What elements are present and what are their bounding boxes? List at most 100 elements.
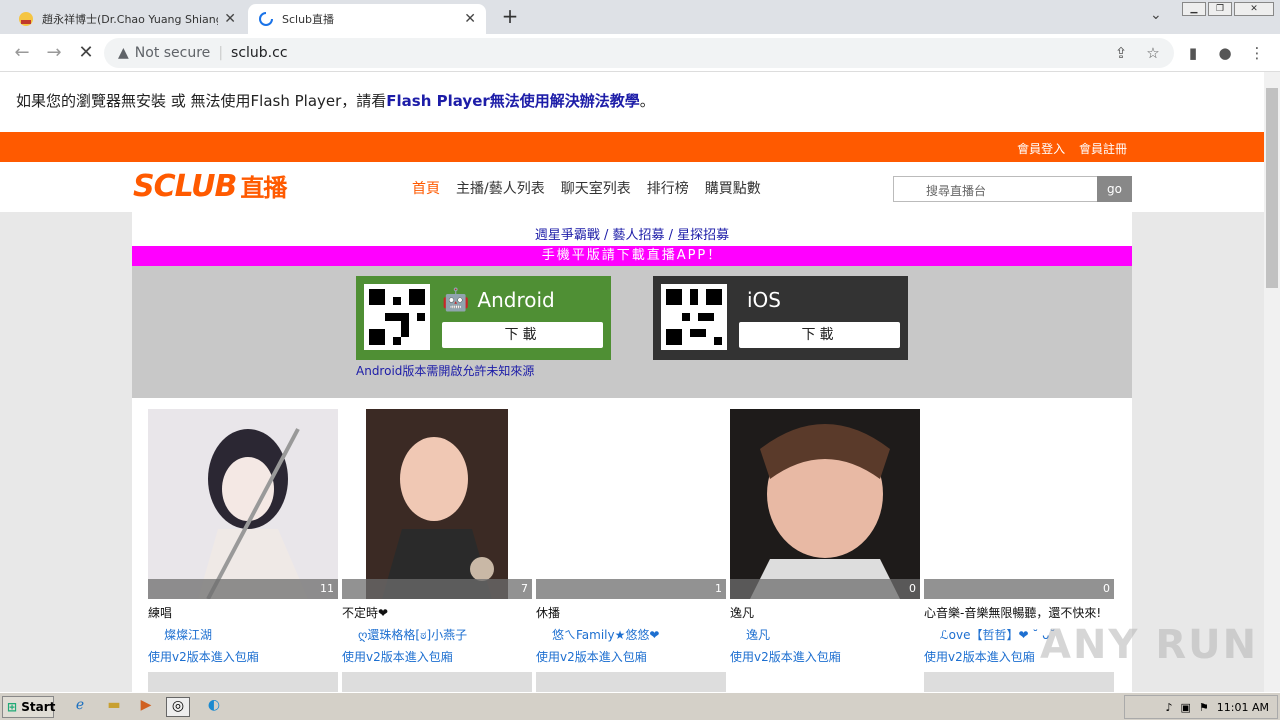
security-label: Not secure	[134, 45, 211, 61]
streamer-card-partial[interactable]	[342, 672, 532, 692]
tab-search-icon[interactable]: ⌄	[1150, 7, 1162, 23]
streamer-thumbnail[interactable]: 11	[148, 409, 338, 599]
windows-logo-icon: ⊞	[7, 700, 18, 714]
streamer-name-link[interactable]: 悠ㄟFamily★悠悠❤	[536, 626, 726, 643]
main-nav: 首頁 主播/藝人列表 聊天室列表 排行榜 購買點數	[412, 178, 761, 198]
tab-title: Sclub直播	[282, 13, 335, 26]
android-label: Android	[477, 288, 555, 312]
close-window-button[interactable]: ✕	[1234, 2, 1274, 16]
streamer-card-partial[interactable]	[924, 672, 1114, 692]
app-download-zone: 🤖 Android 下載 iOS 下載 Android版本需開啟允許未知來源	[132, 266, 1132, 398]
close-tab-icon[interactable]: ✕	[224, 11, 236, 27]
system-tray: ♪ ▣ ⚑ 11:01 AM	[1124, 695, 1278, 719]
site-header: SCLUB 直播 首頁 主播/藝人列表 聊天室列表 排行榜 購買點數 搜尋直播台 …	[0, 162, 1264, 212]
room-title: 逸凡	[730, 606, 755, 620]
register-link[interactable]: 會員註冊	[1079, 142, 1127, 156]
menu-kebab-icon[interactable]: ⋮	[1246, 42, 1268, 64]
tab-drchao[interactable]: 趙永祥博士(Dr.Chao Yuang Shiang) ✕	[8, 4, 246, 34]
flag-icon[interactable]: ⚑	[1199, 701, 1209, 714]
stop-loading-icon[interactable]: ✕	[74, 42, 98, 64]
clock[interactable]: 11:01 AM	[1217, 701, 1269, 714]
viewer-count: 11	[148, 579, 338, 599]
enter-v2-link[interactable]: 使用v2版本進入包廂	[536, 648, 726, 665]
room-title: 休播	[536, 606, 561, 620]
site-favicon-icon	[19, 12, 33, 26]
browser-toolbar: ← → ✕ ▲ Not secure | sclub.cc ⇪ ☆ ▮ ● ⋮	[0, 34, 1280, 72]
tab-title: 趙永祥博士(Dr.Chao Yuang Shiang)	[42, 13, 219, 26]
site-logo[interactable]: SCLUB 直播	[133, 168, 287, 204]
new-tab-button[interactable]: +	[498, 5, 522, 29]
streamer-card[interactable]: 0 逸凡 逸凡 使用v2版本進入包廂	[730, 409, 920, 669]
viewer-count: 0	[924, 579, 1114, 599]
search-input[interactable]: 搜尋直播台	[893, 176, 1098, 202]
streamer-name-link[interactable]: 燦燦江湖	[148, 626, 338, 643]
nav-home[interactable]: 首頁	[412, 178, 440, 198]
streamer-card[interactable]: 1 休播 悠ㄟFamily★悠悠❤ 使用v2版本進入包廂	[536, 409, 726, 669]
login-link[interactable]: 會員登入	[1017, 142, 1065, 156]
forward-icon[interactable]: →	[42, 42, 66, 64]
logo-suffix: 直播	[240, 174, 287, 202]
share-icon[interactable]: ⇪	[1110, 42, 1132, 64]
ios-qr-code	[661, 284, 727, 350]
vertical-scrollbar[interactable]	[1264, 72, 1280, 692]
restore-button[interactable]: ❐	[1208, 2, 1232, 16]
streamer-photo	[342, 409, 532, 599]
ios-app-box: iOS 下載	[653, 276, 908, 360]
watermark: ANY RUN	[1040, 622, 1259, 668]
nav-buy-points[interactable]: 購買點數	[705, 178, 761, 198]
streamer-thumbnail[interactable]: 7	[342, 409, 532, 599]
android-download-button[interactable]: 下載	[442, 322, 603, 348]
flash-notice: 如果您的瀏覽器無安裝 或 無法使用Flash Player，請看Flash Pl…	[0, 72, 1264, 132]
streamer-card-partial[interactable]	[536, 672, 726, 692]
search-go-button[interactable]: go	[1097, 176, 1132, 202]
flash-help-link[interactable]: Flash Player無法使用解決辦法教學	[386, 92, 640, 110]
page-viewport: 如果您的瀏覽器無安裝 或 無法使用Flash Player，請看Flash Pl…	[0, 72, 1264, 692]
viewer-count: 0	[730, 579, 920, 599]
start-button[interactable]: ⊞ Start	[2, 696, 55, 718]
room-title: 不定時❤	[342, 606, 389, 620]
enter-v2-link[interactable]: 使用v2版本進入包廂	[730, 648, 920, 665]
ie-icon[interactable]: ℯ	[68, 697, 92, 717]
edge-icon[interactable]: ◐	[202, 697, 226, 717]
streamer-card[interactable]: 7 不定時❤ ღ還珠格格[ಠ]小燕子 使用v2版本進入包廂	[342, 409, 532, 669]
back-icon[interactable]: ←	[10, 42, 34, 64]
streamer-thumbnail[interactable]: 0	[730, 409, 920, 599]
room-title: 心音樂-音樂無限暢聽，還不快來!	[924, 606, 1102, 620]
nav-chatrooms[interactable]: 聊天室列表	[561, 178, 631, 198]
tab-strip: 趙永祥博士(Dr.Chao Yuang Shiang) ✕ Sclub直播 ✕ …	[0, 0, 1280, 34]
side-panel-icon[interactable]: ▮	[1182, 42, 1204, 64]
close-tab-icon[interactable]: ✕	[464, 11, 476, 27]
streamer-card-partial[interactable]	[148, 672, 338, 692]
recruit-links[interactable]: 週星爭霸戰 / 藝人招募 / 星探招募	[132, 224, 1132, 243]
minimize-button[interactable]: ▁	[1182, 2, 1206, 16]
streamer-thumbnail[interactable]: 1	[536, 409, 726, 599]
streamer-card[interactable]: 11 練唱 燦燦江湖 使用v2版本進入包廂	[148, 409, 338, 669]
volume-icon[interactable]: ♪	[1165, 701, 1172, 714]
ios-download-button[interactable]: 下載	[739, 322, 900, 348]
url-text[interactable]: sclub.cc	[231, 45, 288, 61]
folder-icon[interactable]: ▬	[102, 697, 126, 717]
scrollbar-thumb[interactable]	[1266, 88, 1278, 288]
media-player-icon[interactable]: ▶	[134, 697, 158, 717]
enter-v2-link[interactable]: 使用v2版本進入包廂	[148, 648, 338, 665]
nav-ranking[interactable]: 排行榜	[647, 178, 689, 198]
bookmark-star-icon[interactable]: ☆	[1142, 42, 1164, 64]
android-note-link[interactable]: Android版本需開啟允許未知來源	[356, 362, 534, 379]
android-app-box: 🤖 Android 下載	[356, 276, 611, 360]
member-bar: 會員登入 會員註冊	[0, 132, 1264, 162]
streamer-name-link[interactable]: 逸凡	[730, 626, 920, 643]
flash-notice-text: 如果您的瀏覽器無安裝 或 無法使用Flash Player，請看	[16, 92, 387, 110]
chrome-icon[interactable]: ◎	[166, 697, 190, 717]
profile-avatar-icon[interactable]: ●	[1214, 42, 1236, 64]
room-title: 練唱	[148, 606, 173, 620]
viewer-count: 1	[536, 579, 726, 599]
nav-streamers[interactable]: 主播/藝人列表	[456, 178, 545, 198]
address-bar[interactable]: ▲ Not secure | sclub.cc	[104, 38, 1174, 68]
streamer-thumbnail[interactable]: 0	[924, 409, 1114, 599]
enter-v2-link[interactable]: 使用v2版本進入包廂	[342, 648, 532, 665]
streamer-name-link[interactable]: ღ還珠格格[ಠ]小燕子	[342, 626, 532, 643]
tab-sclub[interactable]: Sclub直播 ✕	[248, 4, 486, 34]
network-icon[interactable]: ▣	[1181, 701, 1191, 714]
android-robot-icon: 🤖	[442, 287, 470, 313]
ios-label: iOS	[747, 288, 781, 312]
